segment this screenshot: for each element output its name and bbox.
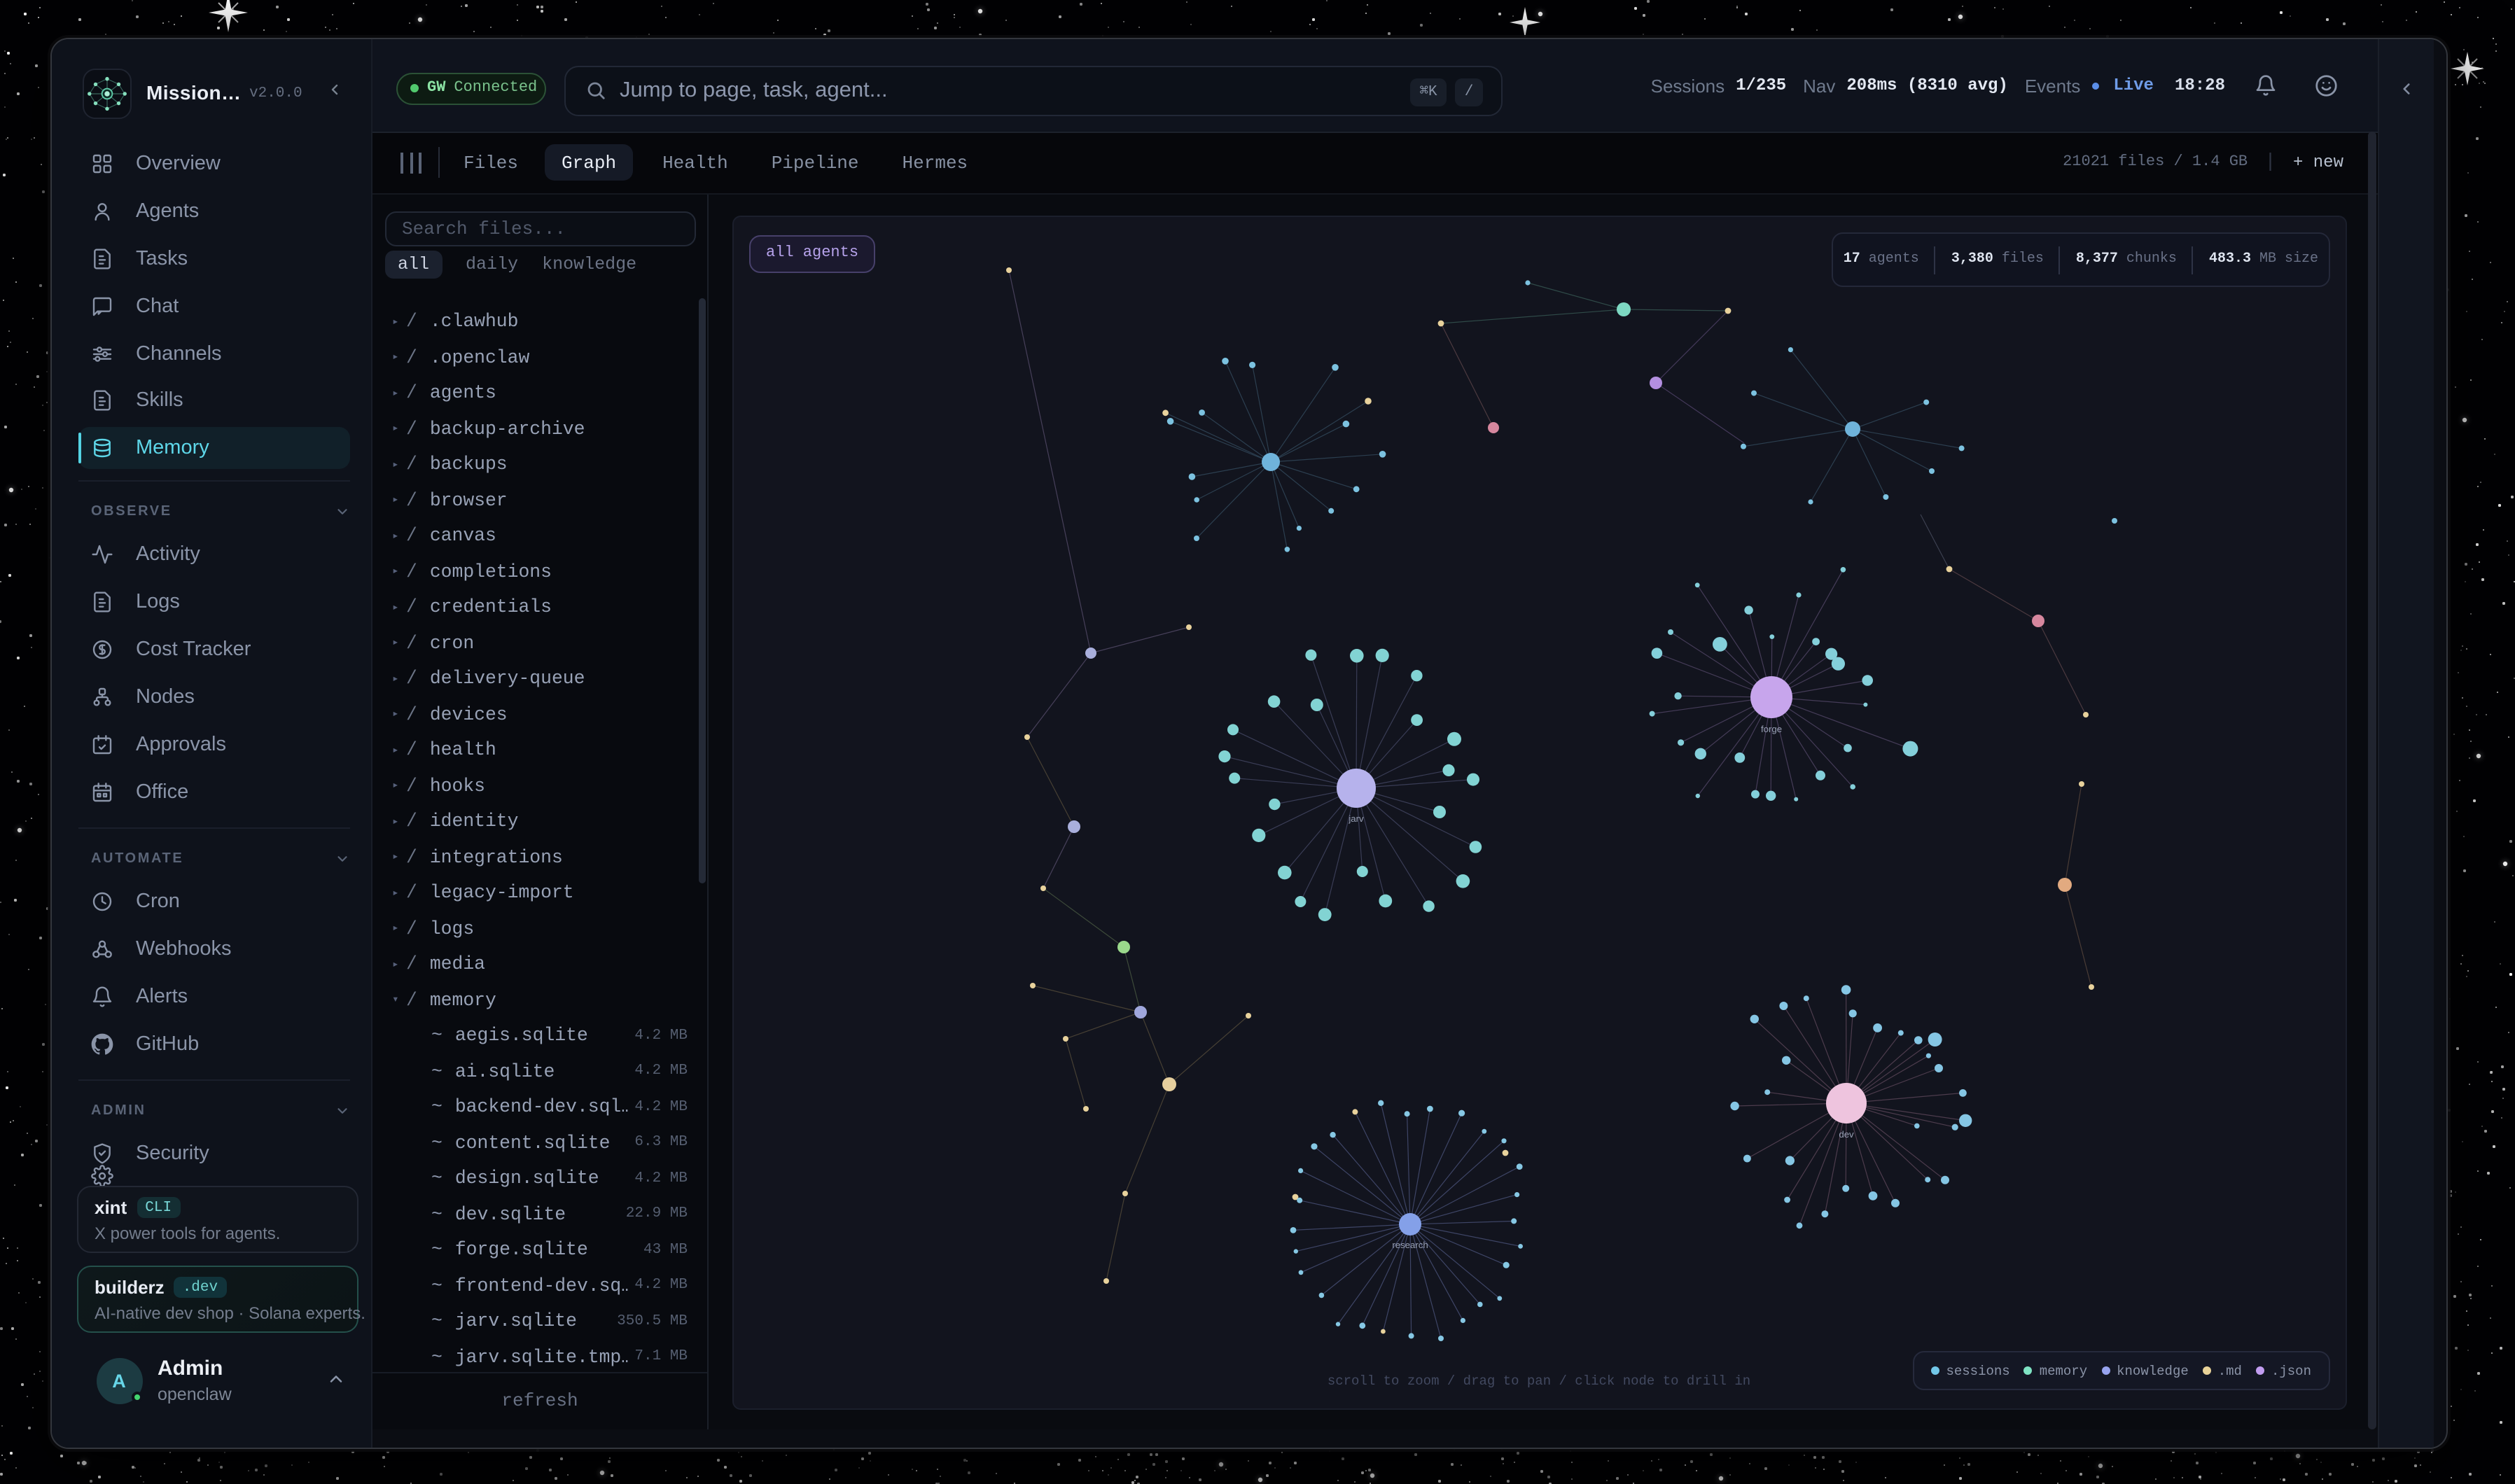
svg-text:research: research — [1391, 1240, 1427, 1250]
svg-text:jarv: jarv — [1347, 813, 1363, 824]
svg-text:forge: forge — [1760, 724, 1781, 734]
svg-text:dev: dev — [1838, 1129, 1853, 1140]
